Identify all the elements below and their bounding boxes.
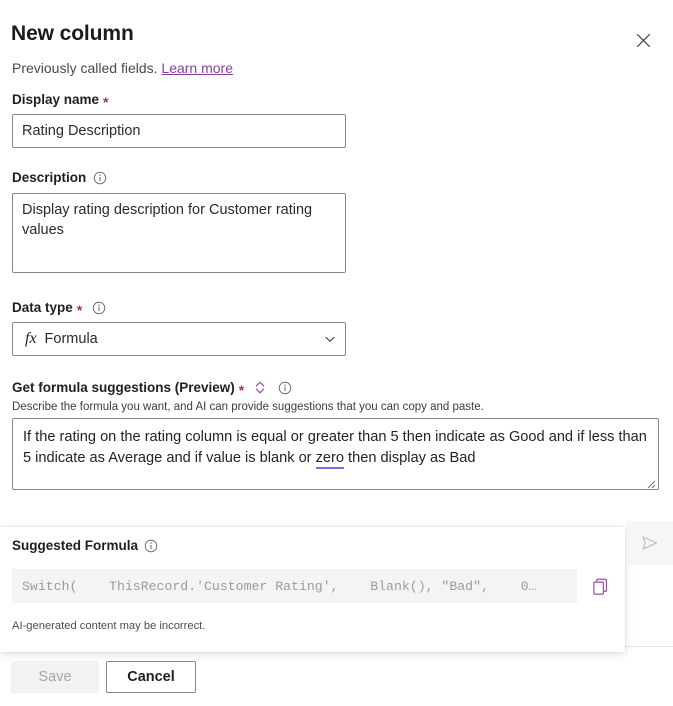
formula-prompt-wrapper: If the rating on the rating column is eq… [12,418,659,490]
suggested-formula-popup: Suggested Formula Switch( ThisRecord.'Cu… [0,527,625,652]
data-type-label: Data type * [12,300,673,315]
formula-suggestions-label: Get formula suggestions (Preview) * [12,380,673,395]
required-asterisk: * [103,95,108,109]
ai-disclaimer: AI-generated content may be incorrect. [12,620,205,632]
description-textarea[interactable]: Display rating description for Customer … [12,193,346,273]
display-name-label: Display name * [12,92,673,107]
data-type-value: Formula [45,331,323,347]
page-title: New column [11,22,134,46]
learn-more-link[interactable]: Learn more [161,60,233,76]
cancel-button[interactable]: Cancel [106,661,196,693]
copy-icon [591,577,610,596]
description-label: Description [12,170,673,185]
suggested-formula-label: Suggested Formula [12,538,158,553]
fx-icon: fx [25,330,37,348]
data-type-label-text: Data type [12,300,73,315]
form-body: Display name * Description Display ratin… [0,92,673,490]
send-prompt-button[interactable] [627,521,673,565]
save-button[interactable]: Save [11,661,99,693]
suggested-formula-row: Switch( ThisRecord.'Customer Rating', Bl… [12,569,615,603]
prompt-text-part-2: then display as Bad [344,450,475,466]
copy-formula-button[interactable] [585,571,615,601]
chevron-up-down-icon[interactable] [254,380,267,395]
info-icon[interactable] [93,171,107,185]
info-icon[interactable] [92,301,106,315]
close-button[interactable] [629,26,657,54]
panel-header: New column Previously called fields. Lea… [0,0,673,92]
data-type-dropdown[interactable]: fx Formula [12,322,346,356]
required-asterisk: * [239,383,244,397]
chevron-down-icon [323,332,337,346]
formula-helper-text: Describe the formula you want, and AI ca… [12,401,673,413]
display-name-label-text: Display name [12,92,99,107]
panel-subtitle: Previously called fields. Learn more [12,60,233,76]
suggested-formula-label-text: Suggested Formula [12,538,138,553]
info-icon[interactable] [278,381,292,395]
subtitle-text: Previously called fields. [12,60,158,76]
footer-actions: Save Cancel [0,647,673,706]
formula-suggestions-label-text: Get formula suggestions (Preview) [12,380,235,395]
suggested-formula-text[interactable]: Switch( ThisRecord.'Customer Rating', Bl… [12,569,577,603]
info-icon[interactable] [144,539,158,553]
required-asterisk: * [77,303,82,317]
send-icon [639,532,661,554]
close-icon [636,33,651,48]
prompt-misspelled-word: zero [316,450,344,469]
display-name-input[interactable] [12,114,346,148]
formula-prompt-textarea[interactable]: If the rating on the rating column is eq… [12,418,659,490]
description-label-text: Description [12,170,86,185]
